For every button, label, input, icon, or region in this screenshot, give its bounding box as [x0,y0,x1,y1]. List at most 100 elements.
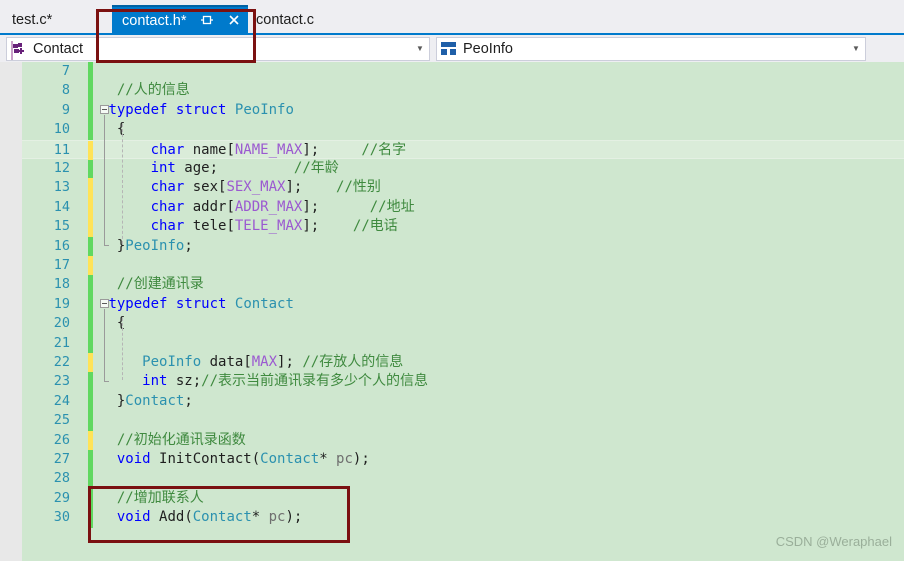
code-line[interactable]: 16 }PeoInfo; [22,236,904,256]
code-line[interactable]: 10 { [22,120,904,140]
line-number: 14 [53,198,70,215]
code-line[interactable]: 21 [22,333,904,353]
indent-guide [122,124,123,244]
line-number: 24 [53,392,70,409]
code-line[interactable]: 14 char addr[ADDR_MAX]; //地址 [22,197,904,218]
member-dropdown[interactable]: PeoInfo ▼ [436,37,866,61]
change-indicator-green [88,333,93,353]
line-number: 21 [53,334,70,351]
code-editor[interactable]: 30 void Add(Contact* pc); 29 //增加联系人 28 27 … [0,62,904,561]
change-indicator-green [88,236,93,256]
code-line[interactable]: 20 { [22,314,904,334]
collapse-region-peoinfo[interactable] [100,105,109,114]
tab-label: contact.h* [122,13,187,29]
line-number: 25 [53,412,70,429]
pin-icon[interactable] [200,7,214,33]
line-text: //增加联系人 [116,489,204,506]
tab-contact-h[interactable]: contact.h* [112,5,248,33]
change-indicator-yellow [88,256,93,276]
line-text: }PeoInfo; [100,237,193,254]
line-text: //创建通讯录 [116,276,204,293]
line-number: 7 [61,63,70,79]
change-indicator-green [88,159,93,179]
collapse-region-contact[interactable] [100,299,109,308]
code-line[interactable]: 15 char tele[TELE_MAX]; //电话 [22,217,904,237]
change-indicator-green [88,81,93,101]
line-number: 8 [61,82,70,99]
change-indicator-green [88,62,93,82]
block-guide [104,115,105,245]
code-line[interactable]: 18 //创建通讯录 [22,275,904,295]
line-number: 22 [53,354,70,370]
type-dropdown-value: Contact [33,41,83,57]
code-line[interactable]: 24 }Contact; [22,391,904,412]
code-line[interactable]: 7 [22,62,904,82]
block-guide-foot [104,245,109,246]
line-text: typedef struct Contact [108,295,294,312]
line-text: char sex[SEX_MAX]; //性别 [150,179,381,196]
chevron-down-icon[interactable]: ▼ [411,45,429,53]
change-indicator-yellow [88,217,93,237]
change-indicator-green [88,314,93,334]
tab-contact-c[interactable]: contact.c [248,7,323,33]
tab-label: test.c* [12,12,53,28]
change-indicator-green [88,411,93,431]
struct-icon [441,41,459,57]
code-line[interactable]: 29 //增加联系人 [22,488,904,509]
change-indicator-green [88,450,93,470]
line-text: }Contact; [100,392,193,409]
line-number: 11 [53,141,70,158]
line-number: 16 [53,237,70,254]
close-icon[interactable] [227,7,241,33]
code-line[interactable]: 27 void InitContact(Contact* pc); [22,450,904,470]
editor-tab-strip: test.c* contact.h* contact.c [0,0,904,33]
line-number: 9 [61,101,70,118]
change-indicator-yellow [88,353,93,373]
change-indicator-green [88,100,93,121]
line-number: 26 [53,431,70,448]
line-text: void Add(Contact* pc); [116,509,303,526]
change-indicator-green [88,120,93,140]
watermark: CSDN @Weraphael [775,534,892,549]
code-line[interactable]: 30 void Add(Contact* pc); [22,508,904,528]
code-surface[interactable]: 30 void Add(Contact* pc); 29 //增加联系人 28 27 … [22,62,904,561]
code-line[interactable]: 8 //人的信息 [22,81,904,101]
line-number: 12 [53,160,70,176]
line-text: int sz;//表示当前通讯录有多少个人的信息 [142,373,429,390]
line-number: 28 [53,470,70,487]
code-line[interactable]: 11 char name[NAME_MAX]; //名字 [22,139,904,160]
chevron-down-icon[interactable]: ▼ [847,45,865,53]
type-dropdown[interactable]: Contact ▼ [6,37,430,61]
line-text: typedef struct PeoInfo [108,101,294,118]
tab-label: contact.c [256,12,315,28]
block-guide [104,309,105,381]
line-text: //初始化通讯录函数 [116,431,246,448]
line-number: 10 [53,121,70,138]
change-indicator-green [88,275,93,295]
line-number: 13 [53,179,70,196]
line-number: 29 [53,489,70,506]
block-guide-foot [104,381,109,382]
code-line[interactable]: 22 PeoInfo data[MAX]; //存放人的信息 [22,353,904,373]
indicator-margin [0,62,22,561]
line-number: 30 [53,509,70,526]
code-line[interactable]: 13 char sex[SEX_MAX]; //性别 [22,178,904,198]
tab-test-c[interactable]: test.c* [4,7,61,33]
code-line[interactable]: 19 typedef struct Contact [22,294,904,315]
line-text: char name[NAME_MAX]; //名字 [150,141,407,158]
change-indicator-yellow [88,178,93,198]
change-indicator-yellow [88,430,93,450]
code-line[interactable]: 17 [22,256,904,276]
navigation-bar: Contact ▼ PeoInfo ▼ [0,33,904,62]
code-line[interactable]: 12 int age; //年龄 [22,159,904,179]
line-text: char tele[TELE_MAX]; //电话 [150,218,398,235]
code-line[interactable]: 25 [22,411,904,431]
line-text: char addr[ADDR_MAX]; //地址 [150,198,415,215]
code-line[interactable]: 23 int sz;//表示当前通讯录有多少个人的信息 [22,372,904,392]
code-line[interactable]: 26 //初始化通讯录函数 [22,430,904,450]
tab-icon-group [200,7,241,35]
member-dropdown-value: PeoInfo [463,41,513,57]
code-line[interactable]: 9 typedef struct PeoInfo [22,100,904,121]
code-line[interactable]: 28 [22,469,904,489]
line-number: 20 [53,315,70,332]
